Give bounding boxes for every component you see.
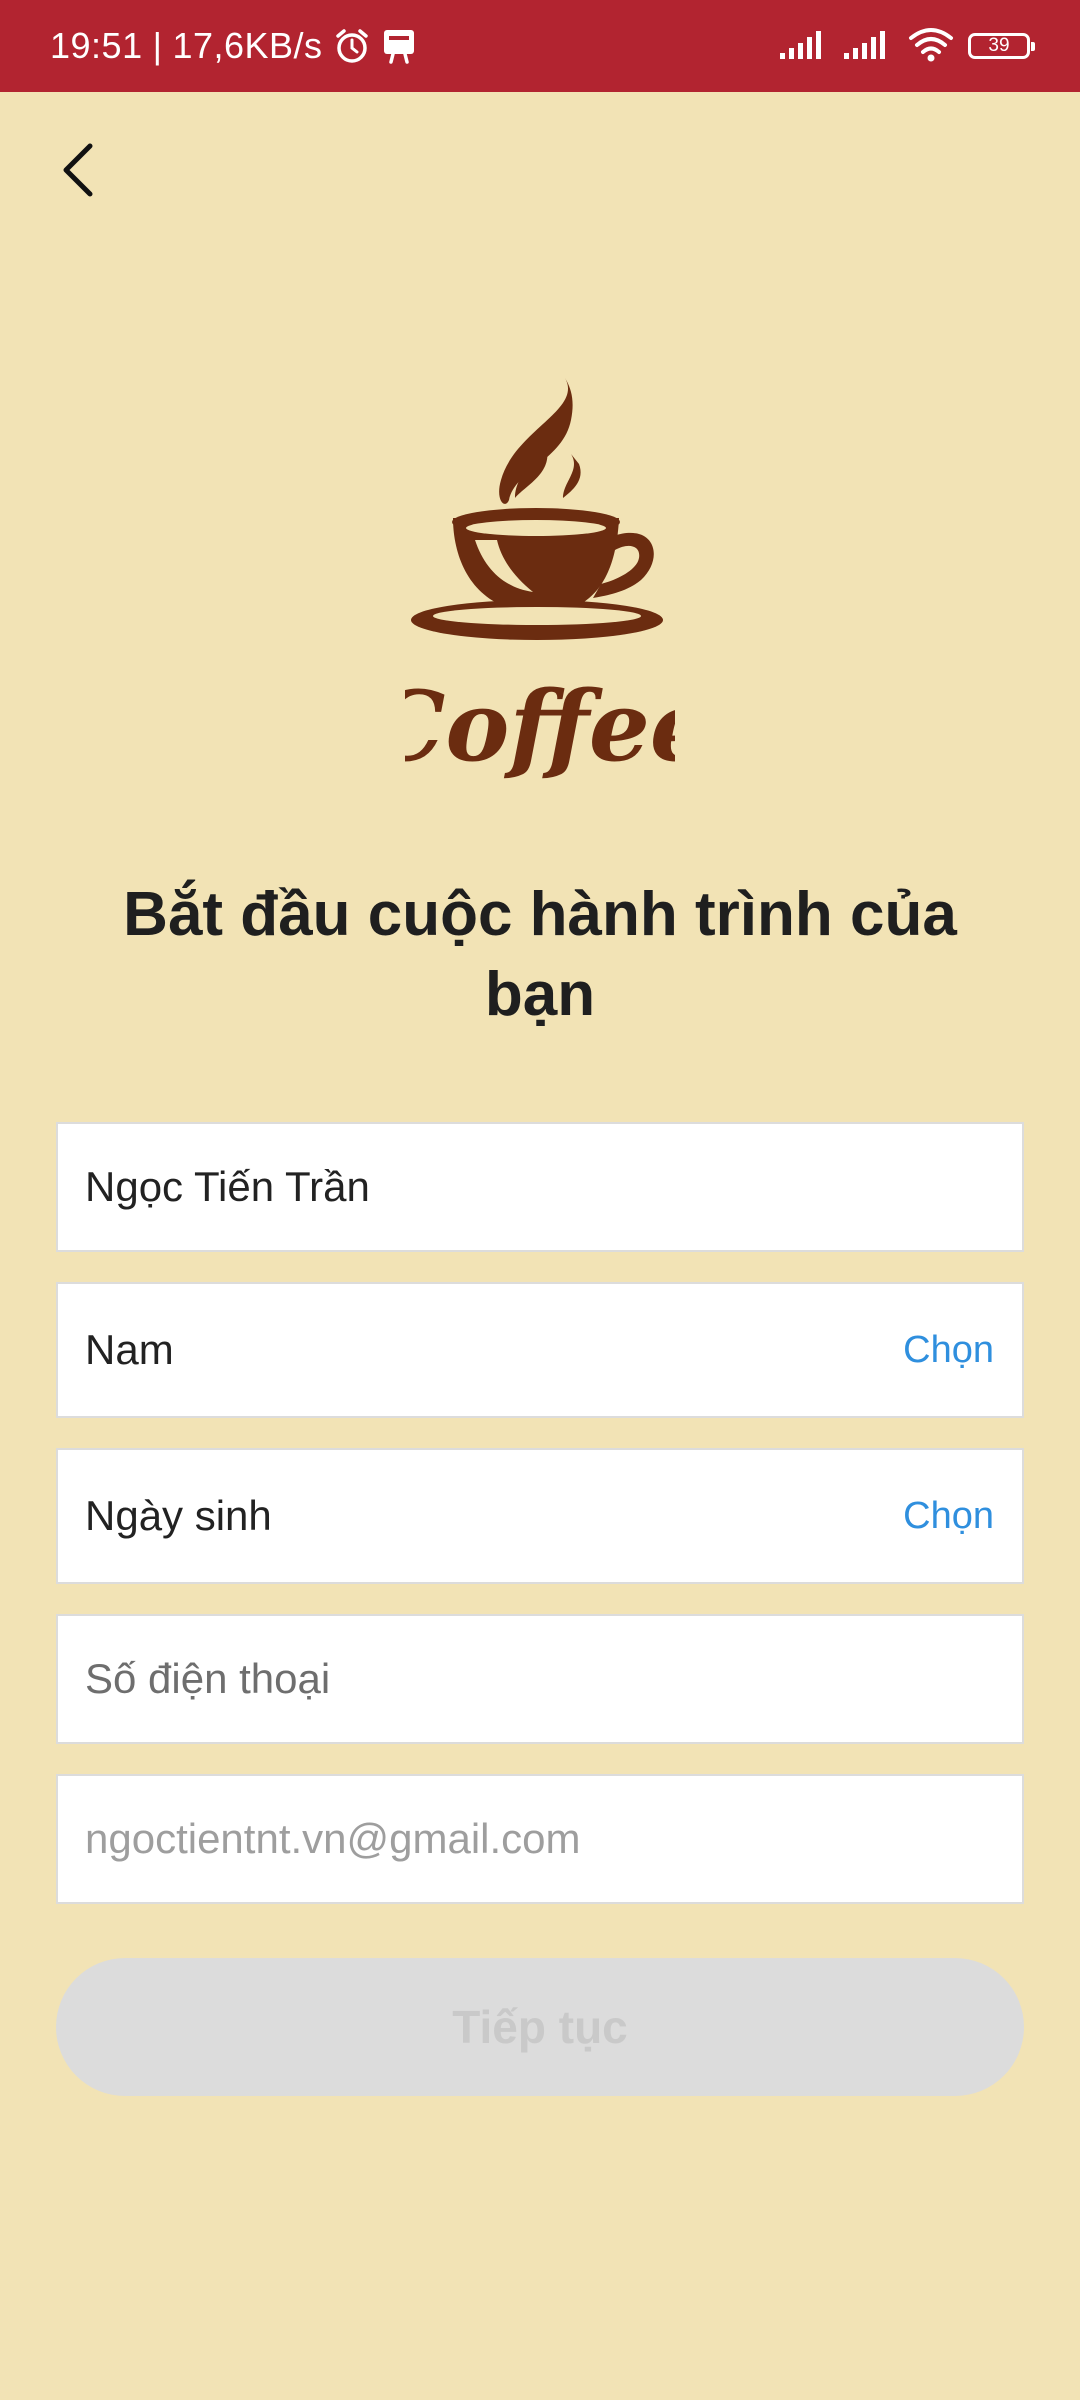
status-time: 19:51 [50, 25, 143, 66]
wifi-icon [908, 26, 954, 67]
email-placeholder: ngoctientnt.vn@gmail.com [85, 1815, 581, 1862]
page-title: Bắt đầu cuộc hành trình của bạn [123, 880, 957, 1029]
signal-icon [780, 27, 830, 66]
phone-placeholder: Số điện thoại [85, 1655, 331, 1702]
battery-icon: 39 [968, 33, 1035, 59]
birthday-choose-link[interactable]: Chọn [903, 1495, 994, 1538]
gender-choose-link[interactable]: Chọn [903, 1329, 994, 1372]
svg-text:Coffee: Coffee [405, 670, 675, 783]
signup-screen: 19:51 | 17,6KB/s 39 offe Bắt đầu cuộc hà… [0, 0, 1080, 2400]
birthday-field[interactable]: Ngày sinh Chọn [56, 1448, 1024, 1584]
chevron-left-icon [63, 143, 93, 197]
status-left: 19:51 | 17,6KB/s [50, 25, 417, 67]
network-speed: 17,6KB/s [172, 25, 323, 66]
alarm-icon [333, 27, 371, 65]
name-value: Ngọc Tiến Trần [85, 1163, 370, 1210]
signal-icon [844, 27, 894, 66]
coffee-cup-icon: Coffee [369, 378, 711, 783]
back-button[interactable] [50, 135, 106, 205]
gender-value: Nam [85, 1326, 174, 1373]
coffee-logo: Coffee [369, 370, 711, 785]
status-right: 39 [780, 26, 1035, 67]
birthday-label: Ngày sinh [85, 1492, 272, 1539]
continue-button[interactable]: Tiếp tục [56, 1958, 1024, 2096]
battery-level: 39 [988, 35, 1010, 56]
name-field[interactable]: Ngọc Tiến Trần [56, 1122, 1024, 1252]
status-separator: | [152, 25, 163, 66]
notification-icon [381, 27, 417, 65]
email-field[interactable]: ngoctientnt.vn@gmail.com [56, 1774, 1024, 1904]
status-bar: 19:51 | 17,6KB/s 39 [0, 0, 1080, 92]
phone-field[interactable]: Số điện thoại [56, 1614, 1024, 1744]
gender-field[interactable]: Nam Chọn [56, 1282, 1024, 1418]
